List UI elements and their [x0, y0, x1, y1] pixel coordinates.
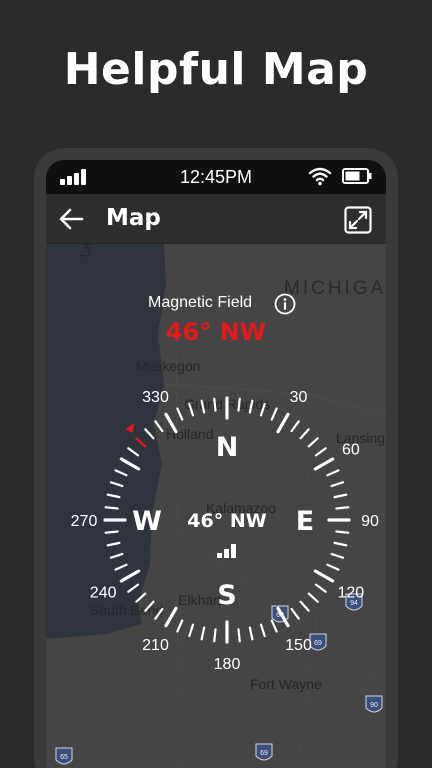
compass-minor-tick	[104, 506, 119, 510]
compass-minor-tick	[259, 402, 266, 417]
compass-degree-label: 120	[337, 585, 364, 602]
compass-minor-tick	[200, 399, 206, 414]
compass-minor-tick	[248, 399, 254, 414]
compass-minor-tick	[188, 402, 195, 417]
compass-minor-tick	[259, 623, 266, 638]
compass-minor-tick	[188, 623, 195, 638]
compass-minor-tick	[200, 626, 206, 641]
compass-cardinal-e: E	[296, 506, 314, 537]
heading-marker-icon	[125, 422, 135, 433]
compass-minor-tick	[213, 397, 217, 412]
compass-minor-tick	[176, 407, 184, 421]
compass-cardinal-s: S	[217, 580, 236, 611]
compass-minor-tick	[326, 469, 340, 477]
compass-minor-tick	[307, 437, 319, 448]
compass-minor-tick	[104, 530, 119, 534]
compass-minor-tick	[154, 420, 164, 433]
compass-major-tick	[313, 457, 335, 471]
compass-minor-tick	[127, 583, 140, 593]
compass-minor-tick	[270, 407, 278, 421]
compass-minor-tick	[237, 628, 241, 643]
compass-degree-label: 180	[214, 656, 241, 673]
compass-degree-label: 30	[290, 389, 308, 406]
compass-minor-tick	[248, 626, 254, 641]
compass-minor-tick	[333, 541, 348, 547]
compass-major-tick	[164, 606, 178, 628]
compass-minor-tick	[333, 493, 348, 499]
compass-minor-tick	[154, 607, 164, 620]
compass-degree-label: 150	[285, 637, 312, 654]
compass-minor-tick	[176, 619, 184, 633]
compass-minor-tick	[106, 493, 121, 499]
compass-cardinal-w: W	[132, 506, 162, 537]
compass-minor-tick	[314, 583, 327, 593]
compass-minor-tick	[290, 607, 300, 620]
compass-dial: 30 60 90 120 150 180 210 240 270 330 N E S W 46° NW	[71, 389, 379, 673]
compass-minor-tick	[109, 552, 124, 559]
compass-minor-tick	[237, 397, 241, 412]
compass-major-tick	[119, 457, 141, 471]
compass-minor-tick	[330, 552, 345, 559]
compass-minor-tick	[314, 447, 327, 457]
compass-minor-tick	[135, 592, 147, 603]
compass-major-tick	[313, 569, 335, 583]
compass-minor-tick	[299, 600, 310, 612]
compass-minor-tick	[299, 428, 310, 440]
compass-minor-tick	[270, 619, 278, 633]
compass-cardinal-n: N	[216, 432, 239, 463]
compass-minor-tick	[330, 481, 345, 488]
compass-degree-label: 90	[361, 513, 379, 530]
compass-major-tick	[119, 569, 141, 583]
compass-degree-label: 270	[71, 513, 98, 530]
compass-minor-tick	[213, 628, 217, 643]
compass-minor-tick	[109, 481, 124, 488]
compass-minor-tick	[326, 563, 340, 571]
compass-minor-tick	[335, 530, 350, 534]
compass-minor-tick	[114, 469, 128, 477]
phone-screen: Lake MICHIGA Muskegon Grand Rapids Holla…	[46, 160, 386, 768]
compass-degree-label: 240	[90, 585, 117, 602]
compass-minor-tick	[127, 447, 140, 457]
field-strength-icon	[217, 544, 236, 558]
compass-minor-tick	[135, 437, 147, 448]
compass-minor-tick	[144, 600, 155, 612]
compass-minor-tick	[144, 428, 155, 440]
compass-minor-tick	[106, 541, 121, 547]
compass-heading-text: 46° NW	[187, 510, 266, 532]
compass-minor-tick	[307, 592, 319, 603]
compass-minor-tick	[114, 563, 128, 571]
compass-major-tick	[276, 412, 290, 434]
compass-minor-tick	[335, 506, 350, 510]
compass-degree-label: 330	[142, 389, 169, 406]
compass-minor-tick	[290, 420, 300, 433]
compass-major-tick	[164, 412, 178, 434]
compass-major-tick	[276, 606, 290, 628]
headline: Helpful Map	[63, 44, 369, 95]
compass-degree-label: 210	[142, 637, 169, 654]
compass-degree-label: 60	[342, 442, 360, 459]
